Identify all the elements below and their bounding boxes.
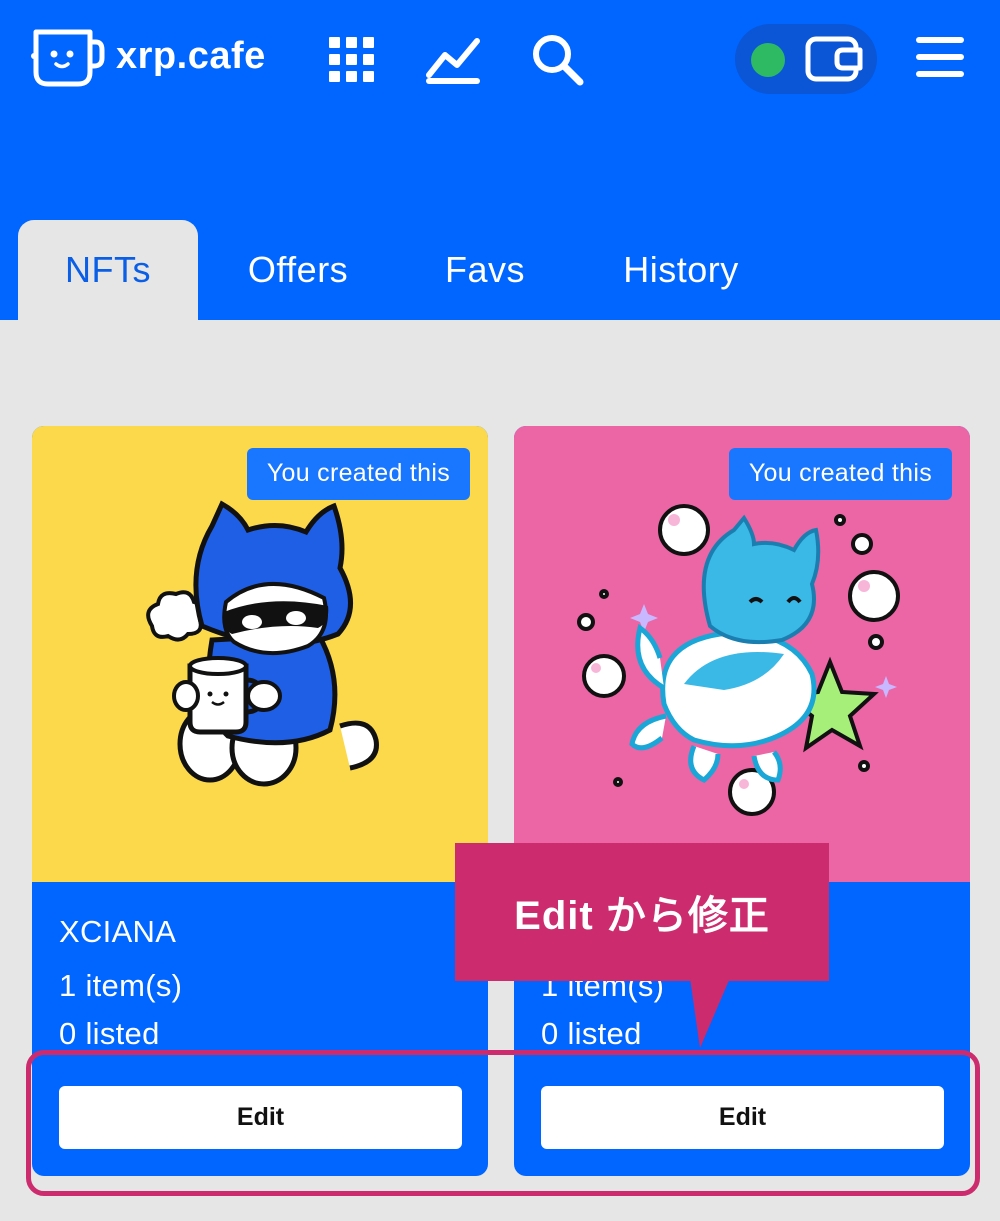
- tab-nfts[interactable]: NFTs: [18, 220, 198, 320]
- search-icon[interactable]: [528, 30, 588, 90]
- tab-favs[interactable]: Favs: [424, 220, 546, 320]
- listed-count: 0 listed: [541, 1016, 642, 1051]
- listed-count: 0 listed: [59, 1016, 160, 1051]
- collection-name: XCIANA: [59, 914, 177, 949]
- hamburger-menu-icon[interactable]: [915, 32, 965, 82]
- chart-icon[interactable]: [423, 30, 483, 90]
- tab-offers[interactable]: Offers: [222, 220, 374, 320]
- nft-collection-card[interactable]: You created this XCIANA 1 item(s) 0 list…: [32, 426, 488, 1176]
- logo-text: xrp.cafe: [116, 34, 266, 77]
- callout-pointer: [690, 978, 730, 1048]
- wallet-status-dot: [751, 43, 785, 77]
- created-badge: You created this: [728, 448, 952, 500]
- nft-image[interactable]: You created this: [32, 426, 488, 882]
- edit-button[interactable]: Edit: [541, 1086, 944, 1149]
- annotation-callout: Edit から修正: [455, 843, 829, 981]
- nft-image[interactable]: You created this: [514, 426, 970, 882]
- apps-grid-icon[interactable]: [322, 30, 382, 90]
- item-count: 1 item(s): [59, 968, 183, 1003]
- top-navbar: xrp.cafe NFTs Offers Favs History: [0, 0, 1000, 320]
- created-badge: You created this: [246, 448, 470, 500]
- wallet-icon: [805, 36, 863, 82]
- site-logo[interactable]: xrp.cafe: [30, 26, 266, 90]
- wallet-button[interactable]: [735, 24, 877, 94]
- edit-button[interactable]: Edit: [59, 1086, 462, 1149]
- nft-collection-card[interactable]: You created this 1 item(s) 0 listed Edit: [514, 426, 970, 1176]
- tab-history[interactable]: History: [596, 220, 766, 320]
- cup-logo-icon: [31, 29, 105, 87]
